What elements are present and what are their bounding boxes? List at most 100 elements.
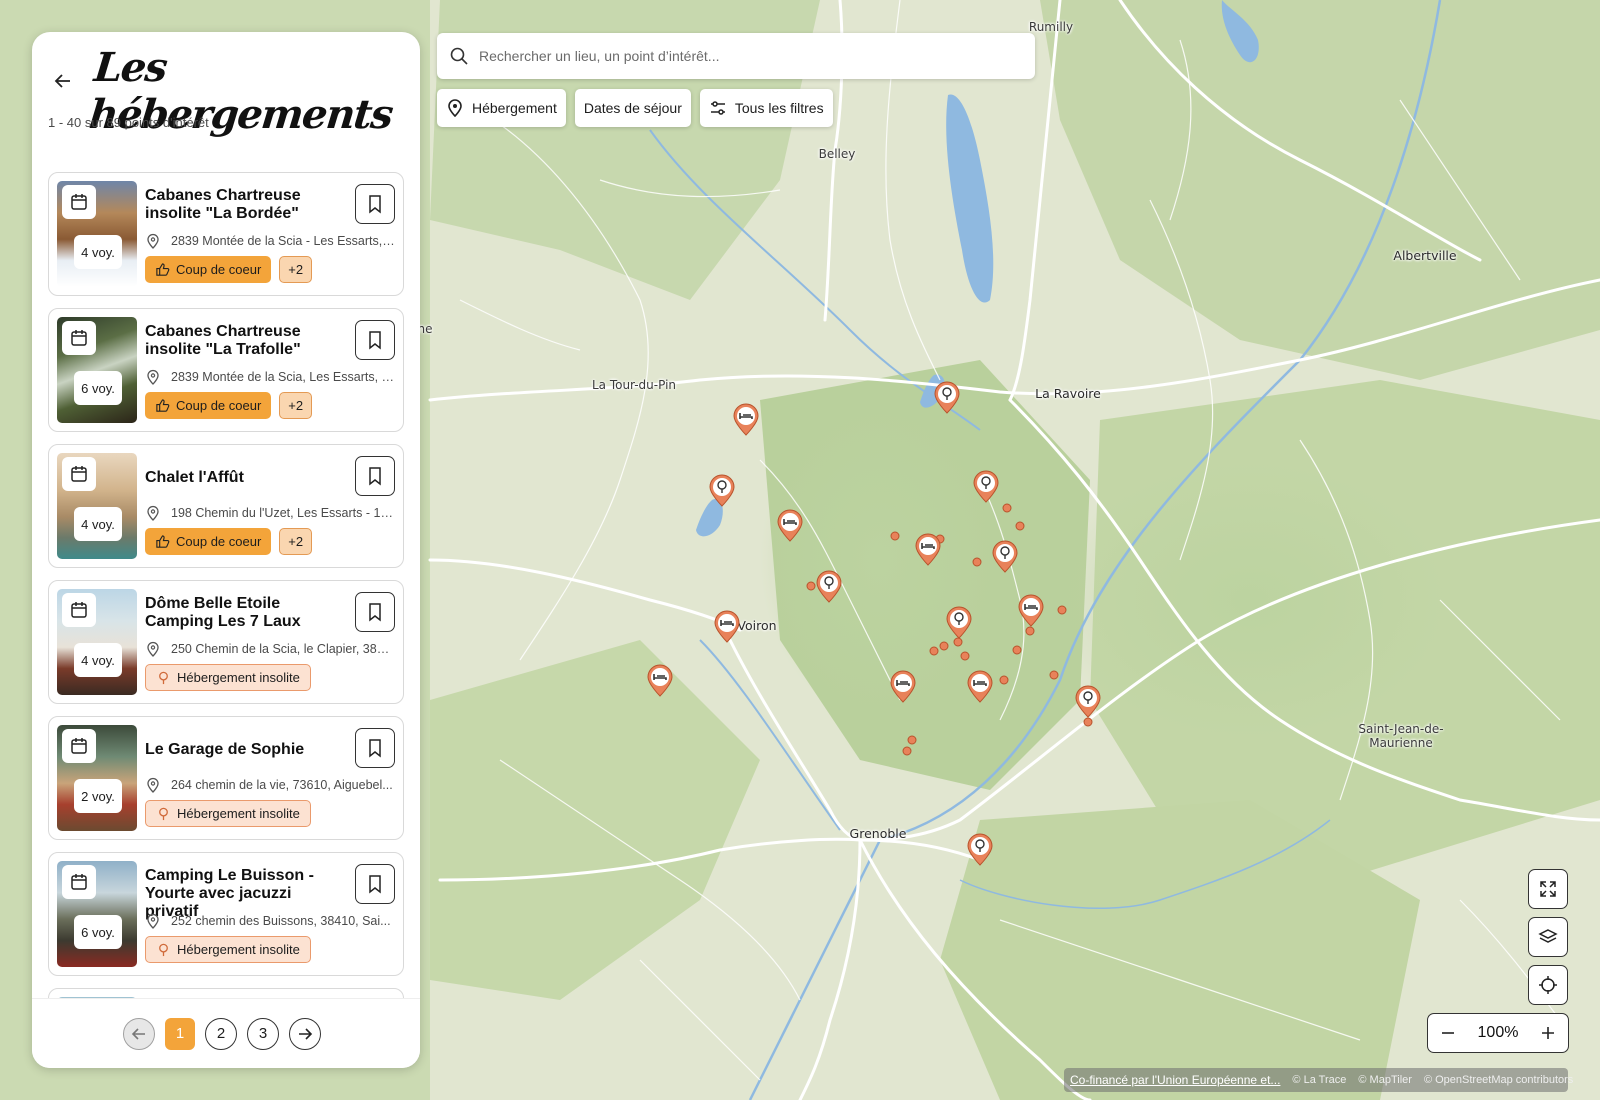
search-bar[interactable] [437, 33, 1035, 79]
bookmark-button[interactable] [355, 728, 395, 768]
tag-label: Coup de coeur [176, 534, 262, 549]
map-pin-bed-icon[interactable] [732, 402, 760, 436]
zoom-level: 100% [1477, 1024, 1519, 1041]
calendar-button[interactable] [62, 593, 96, 627]
arrow-right-icon [299, 1027, 313, 1040]
search-input[interactable] [479, 48, 1023, 64]
map-poi-dot[interactable] [890, 531, 900, 541]
map-poi-dot[interactable] [929, 646, 939, 656]
calendar-button[interactable] [62, 321, 96, 355]
capacity-badge: 4 voy. [74, 235, 122, 269]
map-pin-bed-icon[interactable] [966, 669, 994, 703]
bookmark-button[interactable] [355, 864, 395, 904]
page-button-2[interactable]: 2 [205, 1017, 237, 1050]
result-card[interactable]: 4 voy. Chalet l'Affût 198 Chemin du l'Uz… [48, 444, 404, 568]
map-poi-dot[interactable] [939, 641, 949, 651]
zoom-in-button[interactable] [1536, 1021, 1560, 1045]
location-pin-icon [147, 233, 159, 249]
map-poi-dot[interactable] [902, 746, 912, 756]
map-pin-bed-icon[interactable] [646, 663, 674, 697]
result-card[interactable]: 6 voy. Cabanes Chartreuse insolite "La T… [48, 308, 404, 432]
zoom-out-button[interactable] [1436, 1021, 1460, 1045]
map-poi-dot[interactable] [1012, 645, 1022, 655]
attribution-source[interactable]: © La Trace [1292, 1074, 1346, 1086]
address-text: 198 Chemin du l'Uzet, Les Essarts - 13..… [171, 506, 395, 520]
filter-bar: Hébergement Dates de séjour Tous les fil… [437, 89, 833, 127]
tag-more[interactable]: +2 [279, 256, 313, 283]
attribution-source[interactable]: © OpenStreetMap contributors [1424, 1074, 1573, 1086]
map-poi-dot[interactable] [1057, 605, 1067, 615]
location-pin-icon [147, 505, 159, 521]
tag-label: Hébergement insolite [177, 670, 300, 685]
map-pin-tree-icon[interactable] [972, 469, 1000, 503]
tag-label: Coup de coeur [176, 262, 262, 277]
result-card[interactable]: 2 voy. Le Garage de Sophie 264 chemin de… [48, 716, 404, 840]
map-poi-dot[interactable] [1083, 717, 1093, 727]
map-poi-dot[interactable] [960, 651, 970, 661]
map-place-label: Rumilly [1028, 20, 1074, 34]
calendar-button[interactable] [62, 865, 96, 899]
map-pin-bed-icon[interactable] [1017, 593, 1045, 627]
card-address: 198 Chemin du l'Uzet, Les Essarts - 13..… [145, 505, 395, 521]
card-title: Dôme Belle Etoile Camping Les 7 Laux [145, 595, 301, 630]
funding-link[interactable]: Co-financé par l'Union Européenne et... [1070, 1073, 1280, 1087]
attribution-source[interactable]: © MapTiler [1358, 1074, 1412, 1086]
calendar-icon [71, 874, 87, 890]
map-poi-dot[interactable] [1002, 503, 1012, 513]
filter-label: Tous les filtres [734, 100, 824, 116]
bookmark-icon [369, 467, 381, 486]
bookmark-icon [369, 603, 381, 622]
result-card[interactable]: 6 voy. Camping Le Buisson - Yourte avec … [48, 852, 404, 976]
bookmark-button[interactable] [355, 184, 395, 224]
locate-button[interactable] [1528, 965, 1568, 1005]
result-card[interactable]: 4 voy. Cabanes Chartreuse insolite "La B… [48, 172, 404, 296]
tag-coup-de-coeur: Coup de coeur [145, 256, 272, 283]
map-pin-tree-icon[interactable] [966, 832, 994, 866]
bookmark-button[interactable] [355, 320, 395, 360]
tag-coup-de-coeur: Coup de coeur [145, 392, 272, 419]
fullscreen-button[interactable] [1528, 869, 1568, 909]
map-poi-dot[interactable] [1049, 670, 1059, 680]
map-pin-bed-icon[interactable] [914, 532, 942, 566]
map-poi-dot[interactable] [1025, 626, 1035, 636]
calendar-button[interactable] [62, 457, 96, 491]
map-pin-bed-icon[interactable] [713, 609, 741, 643]
filter-hebergement-button[interactable]: Hébergement [437, 89, 566, 127]
page-button-3[interactable]: 3 [247, 1017, 279, 1050]
tree-icon [159, 671, 168, 685]
back-button[interactable] [48, 66, 78, 96]
prev-page-button[interactable] [123, 1017, 155, 1050]
address-text: 250 Chemin de la Scia, le Clapier, 3857.… [171, 642, 395, 656]
filter-all-button[interactable]: Tous les filtres [699, 89, 833, 127]
map-pin-tree-icon[interactable] [1074, 684, 1102, 718]
map-pin-tree-icon[interactable] [815, 569, 843, 603]
map-poi-dot[interactable] [1015, 521, 1025, 531]
map-pin-tree-icon[interactable] [708, 473, 736, 507]
layers-button[interactable] [1528, 917, 1568, 957]
calendar-button[interactable] [62, 185, 96, 219]
map-pin-bed-icon[interactable] [776, 508, 804, 542]
map-pin-tree-icon[interactable] [945, 605, 973, 639]
next-page-button[interactable] [289, 1017, 321, 1050]
card-tags: Hébergement insolite [145, 664, 311, 691]
bookmark-button[interactable] [355, 456, 395, 496]
tag-more[interactable]: +2 [279, 392, 313, 419]
calendar-button[interactable] [62, 729, 96, 763]
map-poi-dot[interactable] [999, 675, 1009, 685]
card-thumbnail: 2 voy. [57, 725, 137, 831]
bookmark-icon [369, 195, 381, 214]
tag-more[interactable]: +2 [279, 528, 313, 555]
filter-dates-button[interactable]: Dates de séjour [574, 89, 691, 127]
location-pin-icon [147, 641, 159, 657]
bookmark-button[interactable] [355, 592, 395, 632]
calendar-icon [71, 738, 87, 754]
card-address: 2839 Montée de la Scia, Les Essarts, 3..… [145, 369, 395, 385]
result-card[interactable]: 4 voy. Dôme Belle Etoile Camping Les 7 L… [48, 580, 404, 704]
map-pin-tree-icon[interactable] [933, 380, 961, 414]
map-poi-dot[interactable] [972, 557, 982, 567]
page-button-1[interactable]: 1 [165, 1017, 195, 1050]
map-pin-bed-icon[interactable] [889, 669, 917, 703]
address-text: 2839 Montée de la Scia - Les Essarts, ..… [171, 234, 395, 248]
map-pin-tree-icon[interactable] [991, 539, 1019, 573]
map-poi-dot[interactable] [907, 735, 917, 745]
